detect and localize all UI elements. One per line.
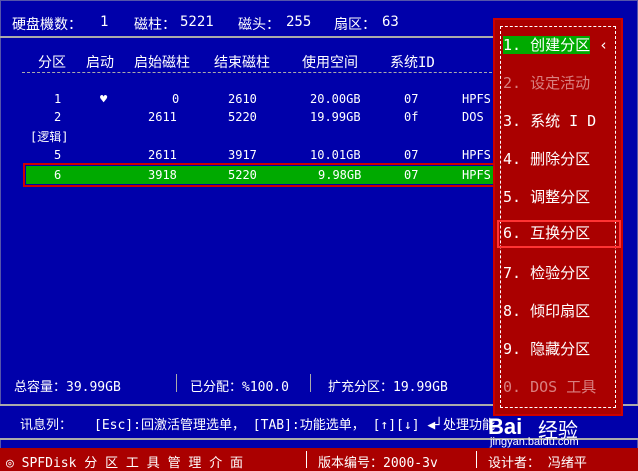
row-sysid: 07: [404, 92, 419, 106]
menu-item-dos-tools[interactable]: 0. DOS 工具: [503, 376, 619, 400]
row-fs: HPFS: [462, 92, 491, 106]
row-partition: 1: [54, 92, 62, 106]
version: 版本编号：2000-3v: [318, 456, 438, 471]
header-start-cyl: 启始磁柱: [134, 55, 190, 71]
totals-separator: [176, 374, 177, 392]
header-size: 使用空间: [302, 55, 358, 71]
function-menu: 1. 创建分区 ‹ 2. 设定活动 3. 系统 I D 4. 删除分区 5. 调…: [493, 18, 623, 416]
disk-info-bar: 硬盘機数： 1 磁柱： 5221 磁头： 255 扇区： 63: [0, 8, 500, 36]
app-title: ◎ SPFDisk 分 区 工 具 管 理 介 面: [6, 456, 244, 471]
row-size: 19.99GB: [310, 110, 361, 124]
header-boot: 启动: [86, 55, 114, 71]
allocated: 已分配：%100.0: [190, 380, 289, 395]
totals-separator: [310, 374, 311, 392]
row-end: 3917: [228, 148, 257, 162]
menu-item-label: 3. 系统 I D: [503, 112, 597, 130]
baidu-watermark: Bai 经验 jingyan.baidu.com: [478, 404, 638, 448]
menu-item-resize-partition[interactable]: 5. 调整分区: [503, 186, 619, 210]
header-partition: 分区: [38, 55, 66, 71]
message-text: [Esc]:回激活管理选单， [TAB]:功能选单， [↑][↓] ◀┘处理功能: [94, 418, 496, 433]
menu-item-label: 9. 隐藏分区: [503, 340, 591, 358]
designer: 设计者： 冯绪平: [488, 456, 587, 471]
row-size: 10.01GB: [310, 148, 361, 162]
status-separator: [306, 451, 307, 468]
menu-item-label: 6. 互换分区: [503, 224, 591, 242]
sectors-value: 63: [382, 14, 399, 30]
cursor-icon: ‹: [590, 36, 609, 54]
menu-item-label: 8. 倾印扇区: [503, 302, 591, 320]
menu-item-label: 0. DOS 工具: [503, 378, 597, 396]
row-partition: 2: [54, 110, 62, 124]
heads-value: 255: [286, 14, 312, 30]
partition-row[interactable]: 1 ♥ 0 2610 20.00GB 07 HPFS: [0, 90, 495, 108]
menu-item-delete-partition[interactable]: 4. 删除分区: [503, 148, 619, 172]
row-end: 5220: [228, 110, 257, 124]
menu-item-label: 5. 调整分区: [503, 188, 591, 206]
row-partition: 5: [54, 148, 62, 162]
boot-heart-icon: ♥: [100, 92, 108, 106]
row-sysid: 07: [404, 148, 419, 162]
row-start: 2611: [148, 148, 177, 162]
logical-group-label: [逻辑]: [0, 126, 495, 144]
menu-item-swap-partition[interactable]: 6. 互换分区: [497, 220, 621, 248]
row-fs: DOS: [462, 110, 484, 124]
sectors-label: 扇区：: [334, 17, 376, 33]
row-fs: HPFS: [462, 148, 491, 162]
cylinders-value: 5221: [180, 14, 214, 30]
row-size: 20.00GB: [310, 92, 361, 106]
row-end: 2610: [228, 92, 257, 106]
menu-item-set-active[interactable]: 2. 设定活动: [503, 72, 619, 96]
message-prefix: 讯息列：: [20, 418, 73, 433]
total-capacity: 总容量：39.99GB: [14, 380, 121, 395]
menu-item-label: 1. 创建分区: [503, 36, 591, 54]
partition-row[interactable]: 2 2611 5220 19.99GB 0f DOS: [0, 108, 495, 126]
top-divider: [0, 36, 500, 38]
row-start: 3918: [148, 168, 177, 182]
status-separator: [476, 451, 477, 468]
menu-item-label: 4. 删除分区: [503, 150, 591, 168]
logical-label: [逻辑]: [30, 130, 69, 144]
header-system-id: 系统ID: [390, 55, 435, 71]
partition-row[interactable]: 5 2611 3917 10.01GB 07 HPFS: [0, 146, 495, 164]
header-end-cyl: 结束磁柱: [214, 55, 270, 71]
partition-row-selected[interactable]: 6 3918 5220 9.98GB 07 HPFS: [23, 163, 497, 187]
menu-item-hide-partition[interactable]: 9. 隐藏分区: [503, 338, 619, 362]
row-end: 5220: [228, 168, 257, 182]
row-sysid: 07: [404, 168, 419, 182]
menu-item-label: 7. 检验分区: [503, 264, 591, 282]
extended-partition: 扩充分区：19.99GB: [328, 380, 448, 395]
row-size: 9.98GB: [318, 168, 362, 182]
watermark-url: jingyan.baidu.com: [490, 436, 579, 448]
row-start: 2611: [148, 110, 177, 124]
heads-label: 磁头：: [238, 17, 280, 33]
menu-item-create-partition[interactable]: 1. 创建分区 ‹: [503, 34, 619, 58]
disk-count-value: 1: [100, 14, 109, 30]
menu-item-label: 2. 设定活动: [503, 74, 591, 92]
disk-count-label: 硬盘機数：: [12, 17, 82, 33]
menu-item-verify-partition[interactable]: 7. 检验分区: [503, 262, 619, 286]
row-start: 0: [172, 92, 180, 106]
header-divider: [22, 72, 492, 73]
status-bar: ◎ SPFDisk 分 区 工 具 管 理 介 面 版本编号：2000-3v 设…: [0, 448, 638, 471]
menu-item-system-id[interactable]: 3. 系统 I D: [503, 110, 619, 134]
cylinders-label: 磁柱：: [134, 17, 176, 33]
menu-item-dump-sector[interactable]: 8. 倾印扇区: [503, 300, 619, 324]
row-partition: 6: [54, 168, 62, 182]
row-sysid: 0f: [404, 110, 419, 124]
row-fs: HPFS: [462, 168, 491, 182]
